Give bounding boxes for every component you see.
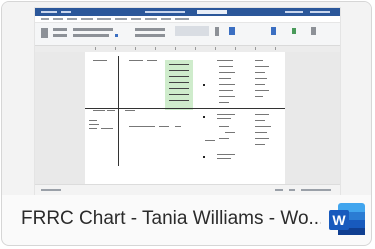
document-page [85, 52, 285, 184]
file-preview-card[interactable]: FRRC Chart - Tania Williams - Wo... W [1, 1, 372, 246]
ribbon-tabs [35, 16, 340, 23]
status-bar [35, 184, 340, 195]
document-thumbnail [2, 2, 371, 195]
highlighted-column [165, 60, 193, 110]
document-canvas [35, 52, 340, 184]
word-window-preview [35, 8, 340, 195]
search-box [197, 10, 227, 14]
title-bar [35, 8, 340, 16]
file-name[interactable]: FRRC Chart - Tania Williams - Wo... [21, 205, 321, 233]
word-icon-letter: W [332, 212, 346, 228]
word-icon: W [328, 201, 366, 237]
ribbon [35, 23, 340, 46]
